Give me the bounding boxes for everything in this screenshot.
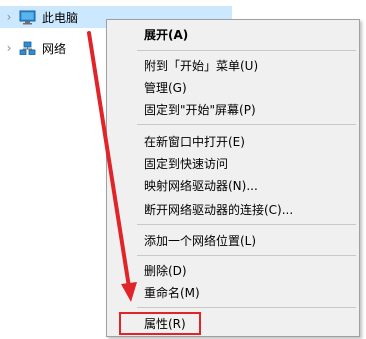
menu-item-pin-quick-access[interactable]: 固定到快速访问 [144, 154, 228, 174]
highlight-box [119, 312, 201, 335]
menu-item-disconnect-network-drive[interactable]: 断开网络驱动器的连接(C)... [144, 200, 293, 220]
menu-item-expand[interactable]: 展开(A) [144, 25, 188, 45]
menu-separator [137, 307, 356, 308]
context-menu: 展开(A) 附到「开始」菜单(U) 管理(G) 固定到"开始"屏幕(P) 在新窗… [106, 19, 360, 337]
tree-item-label: 网络 [42, 41, 67, 56]
menu-separator [137, 255, 356, 256]
menu-item-pin-to-start-menu[interactable]: 附到「开始」菜单(U) [144, 56, 258, 76]
menu-item-manage[interactable]: 管理(G) [144, 78, 187, 98]
menu-item-delete[interactable]: 删除(D) [144, 261, 187, 281]
network-icon [18, 40, 36, 56]
menu-item-add-network-location[interactable]: 添加一个网络位置(L) [144, 231, 256, 251]
menu-separator [137, 124, 356, 125]
chevron-right-icon[interactable]: › [0, 41, 18, 55]
menu-separator [137, 50, 356, 51]
computer-icon [18, 9, 36, 25]
menu-separator [137, 224, 356, 225]
menu-item-pin-to-start-screen[interactable]: 固定到"开始"屏幕(P) [144, 100, 256, 120]
tree-item-label: 此电脑 [42, 10, 79, 25]
menu-item-map-network-drive[interactable]: 映射网络驱动器(N)... [144, 176, 258, 196]
menu-item-open-new-window[interactable]: 在新窗口中打开(E) [144, 132, 245, 152]
menu-item-rename[interactable]: 重命名(M) [144, 283, 200, 303]
chevron-right-icon[interactable]: › [0, 10, 18, 24]
